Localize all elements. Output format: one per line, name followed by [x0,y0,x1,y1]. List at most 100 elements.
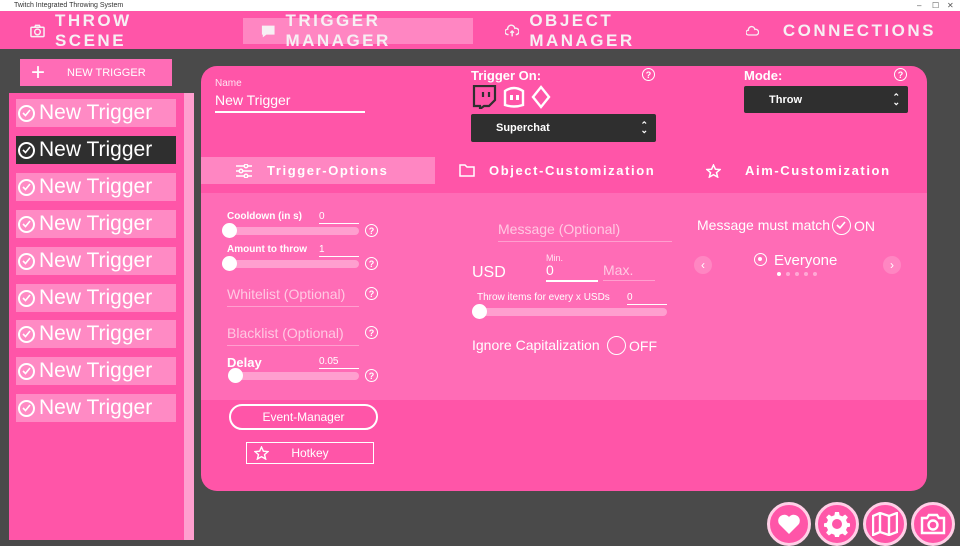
tab-label: TRIGGER MANAGER [285,11,391,50]
cooldown-slider-handle[interactable] [222,223,237,238]
camera-icon [920,513,946,535]
carousel-dot[interactable] [813,272,817,276]
trigger-list-item[interactable]: New Trigger [16,99,176,127]
trigger-list-item[interactable]: New Trigger [16,173,176,201]
cloud-upload-icon [505,24,520,37]
carousel-dot[interactable] [795,272,799,276]
throw-every-slider[interactable] [472,308,667,316]
message-match-label: Message must match [697,217,831,233]
help-icon[interactable]: ? [642,68,655,81]
new-trigger-button[interactable]: + NEW TRIGGER [20,59,172,86]
select-chevron-icon: ⌃ ⌄ [640,120,648,135]
delay-value-input[interactable]: 0.05 [319,356,359,369]
chat-icon [261,25,275,37]
hotkey-button[interactable]: Hotkey [246,442,374,464]
message-match-toggle[interactable] [832,216,851,235]
audience-value: Everyone [774,252,838,269]
name-label: Name [215,78,242,89]
help-icon[interactable]: ? [365,287,378,300]
heart-icon [778,514,800,534]
minimize-icon[interactable]: – [917,0,921,11]
star-icon [706,163,721,178]
max-value-input[interactable]: Max. [603,262,655,281]
cooldown-slider[interactable] [222,227,359,235]
trigger-on-select[interactable]: Superchat ⌃ ⌄ [471,114,656,142]
tab-object-customization[interactable]: Object-Customization [459,157,679,184]
tab-label: CONNECTIONS [782,21,936,40]
throw-every-slider-handle[interactable] [472,304,487,319]
amount-slider[interactable] [222,260,359,268]
event-manager-button[interactable]: Event-Manager [229,404,378,430]
whitelist-input[interactable]: Whitelist (Optional) [227,286,359,307]
screenshot-button[interactable] [911,502,955,546]
top-navigation: THROW SCENE TRIGGER MANAGER OBJECT MANAG… [0,11,960,50]
map-button[interactable] [863,502,907,546]
check-circle-icon [18,325,35,343]
cloud-icon [746,25,759,36]
support-button[interactable] [767,502,811,546]
tab-connections[interactable]: CONNECTIONS [746,18,936,44]
check-circle-icon [18,104,35,122]
trigger-list-item[interactable]: New Trigger [16,357,176,385]
trigger-name-input[interactable]: New Trigger [215,91,365,113]
trigger-name: New Trigger [39,249,153,272]
carousel-dot[interactable] [804,272,808,276]
camera-icon [30,24,45,38]
help-icon[interactable]: ? [365,369,378,382]
help-icon[interactable]: ? [365,257,378,270]
trigger-list: New Trigger New Trigger New Trigger New … [9,93,184,540]
tab-aim-customization[interactable]: Aim-Customization [706,157,921,184]
trigger-name: New Trigger [39,359,153,382]
close-icon[interactable]: ✕ [947,0,954,11]
help-icon[interactable]: ? [894,68,907,81]
cooldown-value-input[interactable]: 0 [319,211,359,224]
check-circle-icon [18,178,35,196]
tab-trigger-manager[interactable]: TRIGGER MANAGER [243,11,473,50]
plus-icon: + [30,58,45,86]
check-circle-icon [18,215,35,233]
trigger-name: New Trigger [39,322,153,345]
mode-select[interactable]: Throw ⌃ ⌄ [744,86,908,113]
min-value-input[interactable]: 0 [546,262,598,282]
game-controller-icon[interactable] [501,85,527,109]
new-trigger-label: NEW TRIGGER [67,66,146,79]
trigger-list-item[interactable]: New Trigger [16,210,176,238]
message-input[interactable]: Message (Optional) [498,221,672,242]
help-icon[interactable]: ? [365,224,378,237]
trigger-list-item[interactable]: New Trigger [16,247,176,275]
trigger-on-value: Superchat [496,122,550,134]
check-circle-icon [18,399,35,417]
help-icon[interactable]: ? [365,326,378,339]
trigger-name: New Trigger [39,212,153,235]
check-circle-icon [18,141,35,159]
ignore-capitalization-label: Ignore Capitalization [472,337,600,353]
delay-slider-handle[interactable] [228,368,243,383]
settings-button[interactable] [815,502,859,546]
trigger-list-item[interactable]: New Trigger [16,394,176,422]
sidebar-scrollbar[interactable] [184,93,194,540]
delay-slider[interactable] [228,372,359,380]
amount-value-input[interactable]: 1 [319,244,359,257]
window-title: Twitch Integrated Throwing System [14,2,124,9]
amount-slider-handle[interactable] [222,256,237,271]
carousel-next-button[interactable]: › [883,256,901,274]
diamond-icon[interactable] [531,85,551,109]
trigger-list-item[interactable]: New Trigger [16,320,176,348]
gear-icon [824,512,850,537]
trigger-list-item-selected[interactable]: New Trigger [16,136,176,164]
tab-throw-scene[interactable]: THROW SCENE [30,11,200,50]
trigger-list-item[interactable]: New Trigger [16,284,176,312]
carousel-prev-button[interactable]: ‹ [694,256,712,274]
tab-trigger-options[interactable]: Trigger-Options [201,157,435,184]
blacklist-input[interactable]: Blacklist (Optional) [227,325,359,346]
twitch-icon[interactable] [471,85,497,109]
maximize-icon[interactable]: ☐ [932,0,939,11]
carousel-dot-active[interactable] [777,272,781,276]
message-match-state: ON [854,218,875,234]
ignore-capitalization-toggle[interactable] [607,336,626,355]
throw-every-label: Throw items for every x USDs [477,292,610,303]
throw-every-value-input[interactable]: 0 [627,292,667,305]
carousel-dot[interactable] [786,272,790,276]
tab-object-manager[interactable]: OBJECT MANAGER [505,11,705,50]
trigger-name: New Trigger [39,175,153,198]
